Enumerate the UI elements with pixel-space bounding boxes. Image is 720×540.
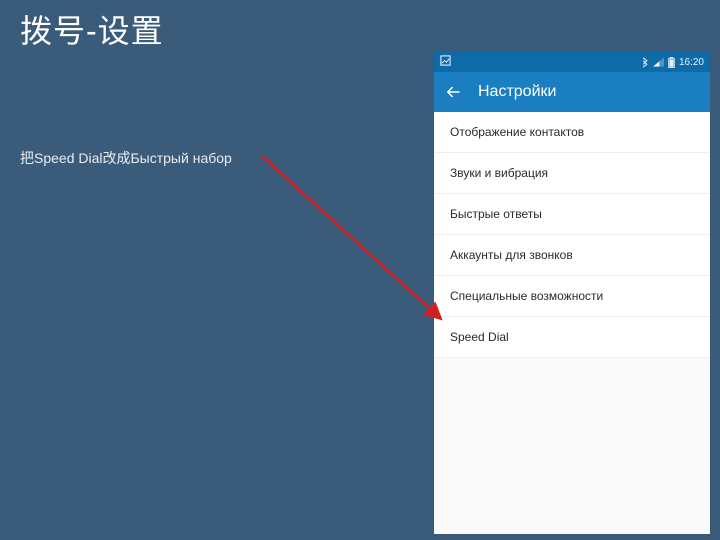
status-bar: 16:20	[434, 52, 710, 72]
app-bar: Настройки	[434, 72, 710, 112]
settings-item-label: Отображение контактов	[450, 125, 584, 139]
back-icon[interactable]	[444, 83, 462, 101]
status-time: 16:20	[679, 57, 704, 68]
settings-item-speed-dial[interactable]: Speed Dial	[434, 317, 710, 358]
settings-item-sounds-vibration[interactable]: Звуки и вибрация	[434, 153, 710, 194]
annotation-note: 把Speed Dial改成Быстрый набор	[20, 148, 232, 168]
cell-signal-icon	[653, 57, 664, 67]
phone-mock: 16:20 Настройки Отображение контактов Зв…	[434, 52, 710, 534]
settings-item-label: Аккаунты для звонков	[450, 248, 573, 262]
slide-title: 拨号-设置	[20, 6, 164, 52]
settings-item-accessibility[interactable]: Специальные возможности	[434, 276, 710, 317]
settings-item-label: Звуки и вибрация	[450, 166, 548, 180]
settings-item-calling-accounts[interactable]: Аккаунты для звонков	[434, 235, 710, 276]
settings-item-label: Специальные возможности	[450, 289, 603, 303]
settings-item-label: Speed Dial	[450, 330, 509, 344]
appbar-title: Настройки	[478, 83, 556, 101]
battery-icon	[668, 57, 675, 68]
screenshot-icon	[440, 55, 451, 66]
settings-item-quick-responses[interactable]: Быстрые ответы	[434, 194, 710, 235]
settings-item-label: Быстрые ответы	[450, 207, 542, 221]
bluetooth-icon	[641, 57, 649, 68]
slide: 拨号-设置 把Speed Dial改成Быстрый набор 16:20	[0, 0, 720, 540]
settings-item-contacts-display[interactable]: Отображение контактов	[434, 112, 710, 153]
